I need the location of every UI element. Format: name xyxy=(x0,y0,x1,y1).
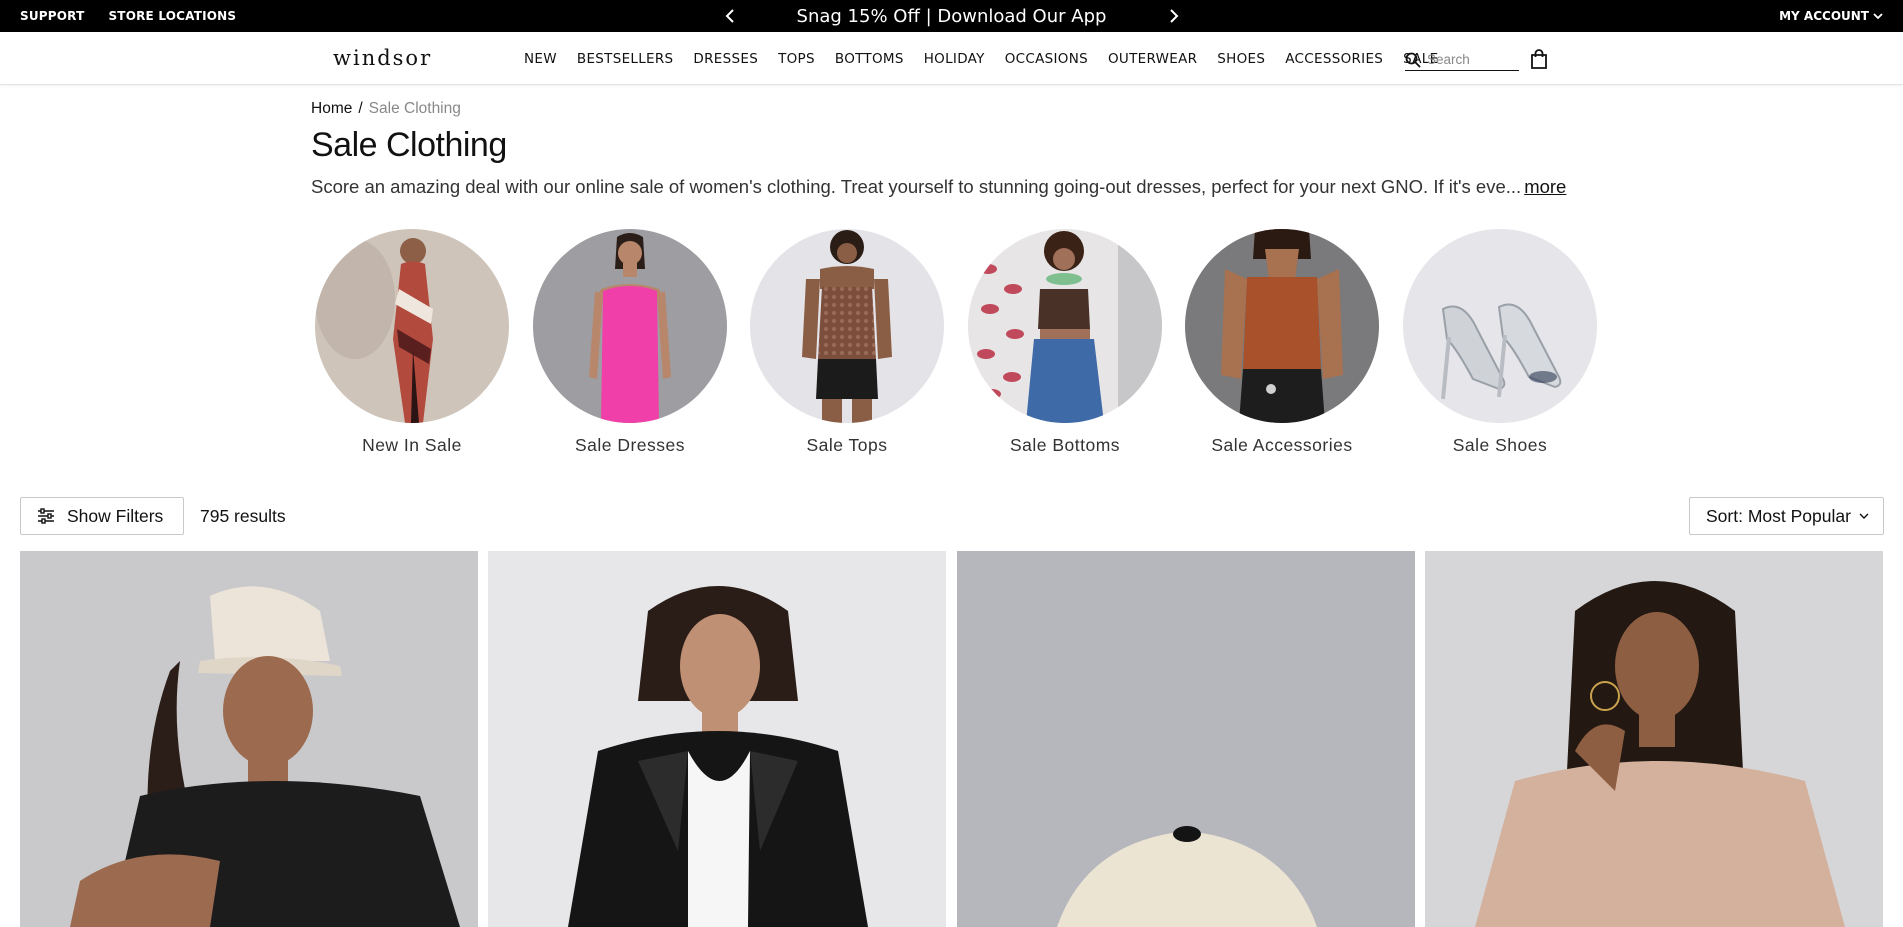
my-account-label: MY ACCOUNT xyxy=(1779,9,1869,23)
main-header: windsor NEW BESTSELLERS DRESSES TOPS BOT… xyxy=(0,32,1903,85)
chevron-left-icon xyxy=(725,9,734,23)
product-card[interactable] xyxy=(1425,551,1883,927)
sort-label: Sort: Most Popular xyxy=(1706,505,1851,526)
nav-item-bestsellers[interactable]: BESTSELLERS xyxy=(577,51,674,67)
category-image xyxy=(533,229,727,423)
category-image xyxy=(1403,229,1597,423)
more-link[interactable]: more xyxy=(1524,176,1566,197)
nav-item-dresses[interactable]: DRESSES xyxy=(693,51,758,67)
show-filters-button[interactable]: Show Filters xyxy=(20,497,184,535)
product-card[interactable] xyxy=(20,551,478,927)
category-label: Sale Tops xyxy=(806,435,888,455)
promo-text[interactable]: Snag 15% Off | Download Our App xyxy=(742,6,1162,27)
nav-item-tops[interactable]: TOPS xyxy=(778,51,815,67)
show-filters-label: Show Filters xyxy=(67,505,164,526)
chevron-right-icon xyxy=(1169,9,1178,23)
filter-sliders-icon xyxy=(38,508,54,524)
product-image xyxy=(1425,551,1883,927)
search-box xyxy=(1405,49,1519,71)
product-card[interactable] xyxy=(488,551,946,927)
category-sale-dresses[interactable]: Sale Dresses xyxy=(533,229,727,456)
category-new-in-sale[interactable]: New In Sale xyxy=(315,229,509,456)
promo-carousel: Snag 15% Off | Download Our App xyxy=(0,0,1903,32)
category-sale-accessories[interactable]: Sale Accessories xyxy=(1185,229,1379,456)
brand-logo[interactable]: windsor xyxy=(333,46,432,70)
nav-item-new[interactable]: NEW xyxy=(524,51,557,67)
results-count: 795 results xyxy=(200,506,286,526)
product-card[interactable] xyxy=(957,551,1415,927)
main-nav: NEW BESTSELLERS DRESSES TOPS BOTTOMS HOL… xyxy=(524,32,1438,85)
category-image xyxy=(750,229,944,423)
category-image xyxy=(968,229,1162,423)
category-sale-shoes[interactable]: Sale Shoes xyxy=(1403,229,1597,456)
category-sale-tops[interactable]: Sale Tops xyxy=(750,229,944,456)
category-circles: New In Sale Sale Dresses Sale Tops Sale … xyxy=(315,229,1597,459)
product-image xyxy=(488,551,946,927)
description-text: Score an amazing deal with our online sa… xyxy=(311,176,1522,197)
nav-item-occasions[interactable]: OCCASIONS xyxy=(1005,51,1088,67)
page-title: Sale Clothing xyxy=(311,126,507,164)
nav-item-bottoms[interactable]: BOTTOMS xyxy=(835,51,904,67)
breadcrumb-home[interactable]: Home xyxy=(311,100,352,118)
category-label: Sale Accessories xyxy=(1211,435,1353,455)
chevron-down-icon xyxy=(1873,13,1883,20)
promo-prev-button[interactable] xyxy=(718,4,742,28)
nav-item-accessories[interactable]: ACCESSORIES xyxy=(1285,51,1383,67)
search-input[interactable] xyxy=(1427,52,1517,67)
category-label: New In Sale xyxy=(362,435,462,455)
breadcrumb: Home / Sale Clothing xyxy=(311,100,461,118)
promo-next-button[interactable] xyxy=(1162,4,1186,28)
product-image xyxy=(957,551,1415,927)
breadcrumb-current: Sale Clothing xyxy=(368,100,461,117)
nav-item-holiday[interactable]: HOLIDAY xyxy=(924,51,985,67)
nav-item-outerwear[interactable]: OUTERWEAR xyxy=(1108,51,1197,67)
category-label: Sale Shoes xyxy=(1452,435,1548,455)
category-sale-bottoms[interactable]: Sale Bottoms xyxy=(968,229,1162,456)
chevron-down-icon xyxy=(1859,513,1869,519)
category-label: Sale Dresses xyxy=(574,435,686,455)
nav-item-shoes[interactable]: SHOES xyxy=(1217,51,1265,67)
sort-dropdown[interactable]: Sort: Most Popular xyxy=(1689,497,1884,535)
promo-bar: SUPPORT STORE LOCATIONS Snag 15% Off | D… xyxy=(0,0,1903,32)
shopping-bag-icon[interactable] xyxy=(1528,48,1550,70)
search-icon[interactable] xyxy=(1405,52,1421,68)
category-label: Sale Bottoms xyxy=(1009,435,1121,455)
category-image xyxy=(1185,229,1379,423)
category-image xyxy=(315,229,509,423)
product-image xyxy=(20,551,478,927)
breadcrumb-separator: / xyxy=(358,100,363,117)
page-description: Score an amazing deal with our online sa… xyxy=(311,176,1566,198)
my-account-menu[interactable]: MY ACCOUNT xyxy=(1779,0,1883,32)
